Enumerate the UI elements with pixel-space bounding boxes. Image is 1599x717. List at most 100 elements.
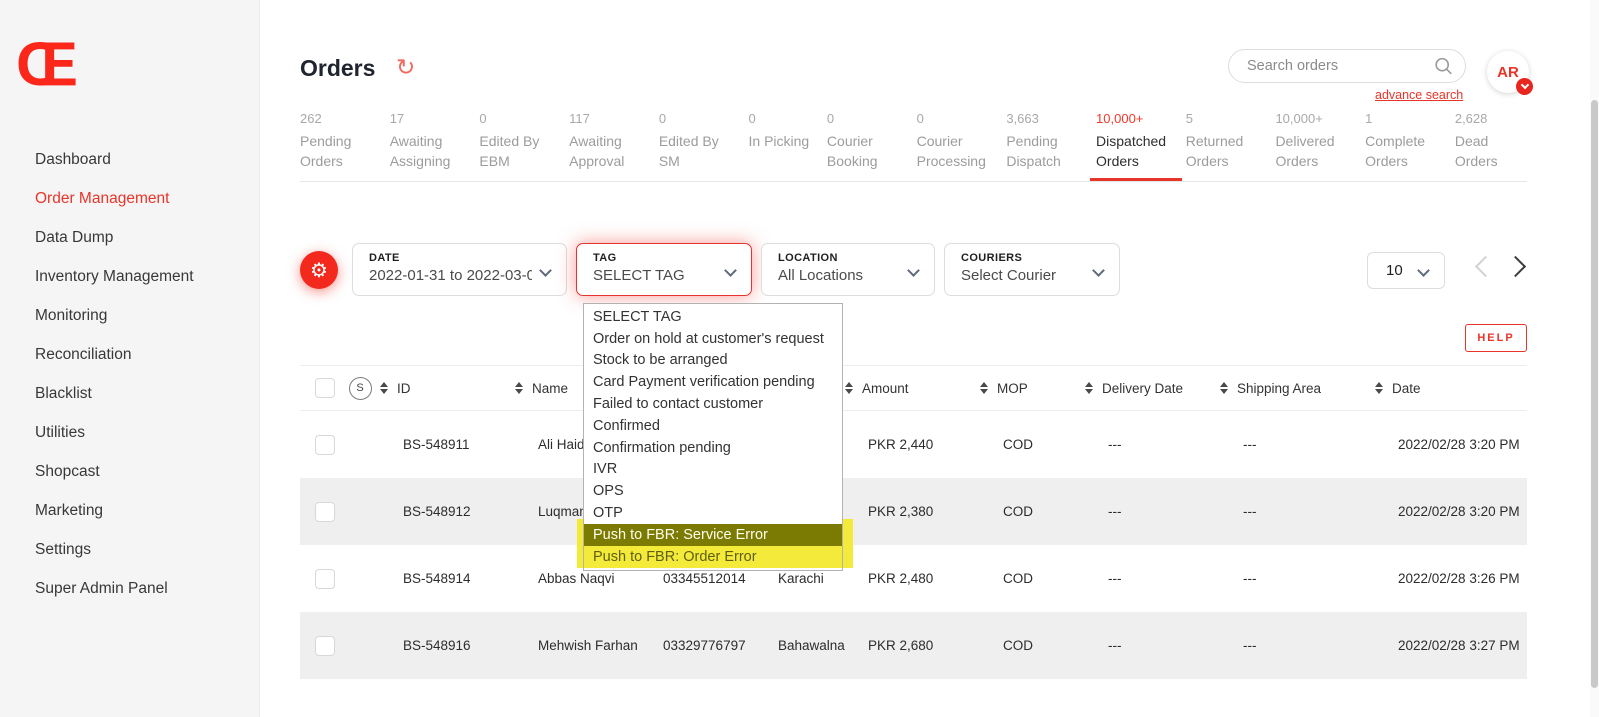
row-checkbox[interactable]: [315, 502, 335, 522]
tag-dropdown-option[interactable]: Push to FBR: Order Error: [584, 546, 842, 568]
status-tab-count: 1: [1365, 111, 1437, 126]
status-tab[interactable]: 0 Courier Processing: [917, 111, 989, 181]
tag-dropdown-option[interactable]: IVR: [584, 459, 842, 481]
sidebar-item[interactable]: Utilities: [35, 421, 194, 445]
status-tab-label: Pending Dispatch: [1006, 131, 1078, 172]
table-row: BS-548916 Mehwish Farhan 03329776797 Bah…: [300, 612, 1527, 679]
tag-dropdown-option[interactable]: OPS: [584, 480, 842, 502]
col-header-shipping-area: Shipping Area: [1237, 381, 1321, 396]
status-tab[interactable]: 262 Pending Orders: [300, 111, 372, 181]
date-filter[interactable]: DATE 2022-01-31 to 2022-03-01: [352, 243, 567, 296]
sidebar-item[interactable]: Super Admin Panel: [35, 577, 194, 601]
avatar-dropdown-badge[interactable]: [1516, 78, 1533, 95]
sidebar-item[interactable]: Monitoring: [35, 304, 194, 328]
cell-delivery-date: ---: [1085, 437, 1220, 452]
tag-dropdown-option[interactable]: Stock to be arranged: [584, 350, 842, 372]
row-checkbox[interactable]: [315, 636, 335, 656]
status-tab-count: 17: [390, 111, 462, 126]
table-header-row: S ID Name Amount MOP Delivery Date Shipp…: [300, 365, 1527, 411]
sidebar-item[interactable]: Data Dump: [35, 226, 194, 250]
sort-icon[interactable]: [515, 382, 523, 394]
next-page-button[interactable]: [1505, 256, 1526, 277]
cell-mop: COD: [980, 638, 1085, 653]
cell-mop: COD: [980, 504, 1085, 519]
status-tab[interactable]: 3,663 Pending Dispatch: [1006, 111, 1078, 181]
tag-dropdown-option[interactable]: OTP: [584, 502, 842, 524]
tag-dropdown-option[interactable]: SELECT TAG: [584, 306, 842, 328]
status-tab[interactable]: 1 Complete Orders: [1365, 111, 1437, 181]
status-tab-label: Dead Orders: [1455, 131, 1527, 172]
search-input[interactable]: [1229, 58, 1434, 74]
sort-icon[interactable]: [380, 382, 388, 394]
status-tab[interactable]: 10,000+ Delivered Orders: [1275, 111, 1347, 181]
tag-dropdown-option[interactable]: Failed to contact customer: [584, 393, 842, 415]
tag-dropdown-option[interactable]: Confirmation pending: [584, 437, 842, 459]
sort-icon[interactable]: [1220, 382, 1228, 394]
avatar[interactable]: AR: [1487, 51, 1529, 93]
cell-phone: 03329776797: [640, 638, 755, 653]
refresh-icon[interactable]: ↻: [396, 54, 415, 81]
sort-icon[interactable]: [1085, 382, 1093, 394]
status-tab[interactable]: 2,628 Dead Orders: [1455, 111, 1527, 181]
page-title: Orders: [300, 55, 375, 82]
chevron-down-icon: [1092, 264, 1105, 277]
help-button[interactable]: HELP: [1465, 324, 1527, 352]
sidebar-item[interactable]: Blacklist: [35, 382, 194, 406]
sidebar-item[interactable]: Settings: [35, 538, 194, 562]
status-tab[interactable]: 0 In Picking: [749, 111, 810, 181]
search-icon[interactable]: [1434, 55, 1453, 77]
status-tab-label: Awaiting Approval: [569, 131, 641, 172]
status-tab[interactable]: 0 Edited By EBM: [479, 111, 551, 181]
status-tab-label: In Picking: [749, 131, 810, 151]
status-tab-count: 117: [569, 111, 641, 126]
sort-icon[interactable]: [980, 382, 988, 394]
scrollbar-thumb[interactable]: [1591, 100, 1598, 688]
sort-icon[interactable]: [1375, 382, 1383, 394]
tag-dropdown-option[interactable]: Card Payment verification pending: [584, 371, 842, 393]
page-size-select[interactable]: 10: [1367, 252, 1445, 289]
cell-order-id: BS-548911: [380, 437, 515, 452]
row-checkbox[interactable]: [315, 569, 335, 589]
status-tab-label: Courier Booking: [827, 131, 899, 172]
status-tab-count: 0: [917, 111, 989, 126]
vertical-scrollbar: [1590, 0, 1599, 717]
status-tab-count: 10,000+: [1096, 111, 1168, 126]
cell-date: 2022/02/28 3:26 PM: [1375, 571, 1527, 586]
advance-search-link[interactable]: advance search: [1375, 88, 1463, 102]
status-tab[interactable]: 0 Courier Booking: [827, 111, 899, 181]
couriers-filter[interactable]: COURIERS Select Courier: [944, 243, 1120, 296]
table-body: BS-548911 Ali Haider PKR 2,440 COD --- -…: [300, 411, 1527, 679]
sidebar-item[interactable]: Inventory Management: [35, 265, 194, 289]
filter-settings-button[interactable]: ⚙: [300, 251, 338, 289]
status-tab[interactable]: 0 Edited By SM: [659, 111, 731, 181]
status-tab-count: 0: [659, 111, 731, 126]
status-tab-count: 5: [1186, 111, 1258, 126]
status-tab[interactable]: 17 Awaiting Assigning: [390, 111, 462, 181]
status-tab-label: Edited By EBM: [479, 131, 551, 172]
location-filter[interactable]: LOCATION All Locations: [761, 243, 935, 296]
sidebar-item[interactable]: Dashboard: [35, 148, 194, 172]
sort-icon[interactable]: [845, 382, 853, 394]
tag-dropdown-option[interactable]: Push to FBR: Service Error: [584, 524, 842, 546]
status-tab[interactable]: 10,000+ Dispatched Orders: [1096, 111, 1168, 181]
sidebar-item[interactable]: Shopcast: [35, 460, 194, 484]
chevron-down-icon: [539, 264, 552, 277]
cell-date: 2022/02/28 3:20 PM: [1375, 504, 1527, 519]
status-tab[interactable]: 117 Awaiting Approval: [569, 111, 641, 181]
tag-dropdown-option[interactable]: Confirmed: [584, 415, 842, 437]
status-tab-count: 3,663: [1006, 111, 1078, 126]
table-row: BS-548911 Ali Haider PKR 2,440 COD --- -…: [300, 411, 1527, 478]
sidebar-nav: Dashboard Order Management Data Dump Inv…: [35, 148, 194, 601]
status-tab[interactable]: 5 Returned Orders: [1186, 111, 1258, 181]
sidebar-item[interactable]: Marketing: [35, 499, 194, 523]
prev-page-button[interactable]: [1475, 256, 1496, 277]
select-all-checkbox[interactable]: [315, 378, 335, 398]
chevron-down-icon: [1417, 264, 1430, 277]
sidebar-item[interactable]: Reconciliation: [35, 343, 194, 367]
status-tab-count: 0: [827, 111, 899, 126]
tag-dropdown-option[interactable]: Order on hold at customer's request: [584, 328, 842, 350]
tag-filter[interactable]: TAG SELECT TAG: [576, 243, 752, 296]
cell-phone: 03345512014: [640, 571, 755, 586]
row-checkbox[interactable]: [315, 435, 335, 455]
sidebar-item[interactable]: Order Management: [35, 187, 194, 211]
